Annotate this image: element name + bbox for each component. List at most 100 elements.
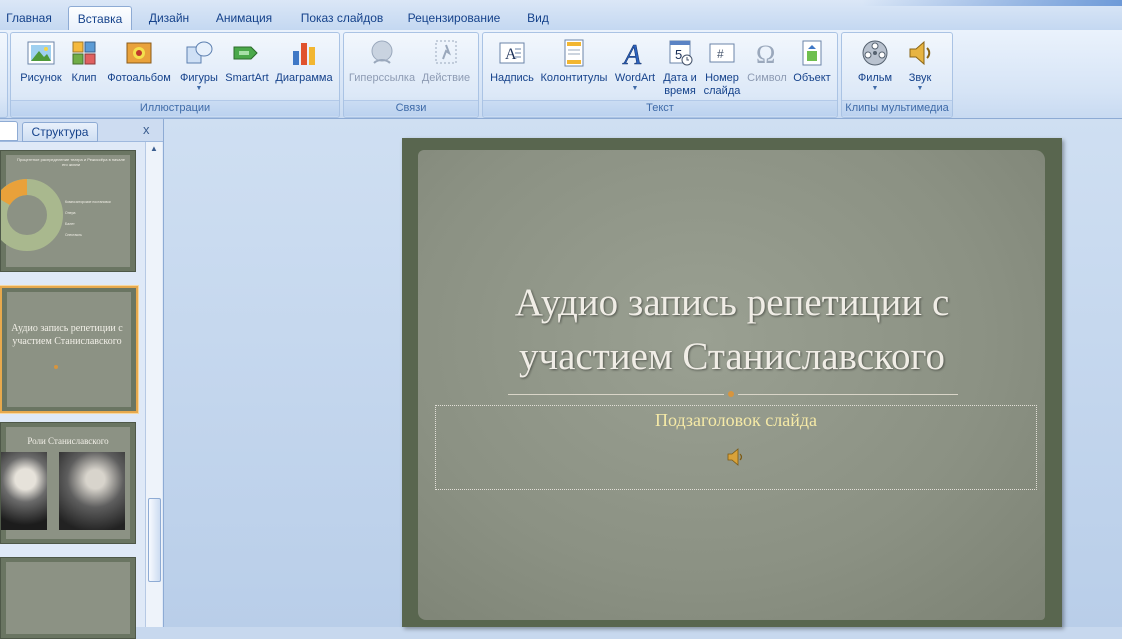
action-button[interactable]: Действие xyxy=(418,37,474,85)
text-group-label: Текст xyxy=(483,100,837,116)
slide-title-line-1: Аудио запись репетиции с xyxy=(514,281,950,324)
symbol-button[interactable]: Ω Символ xyxy=(745,37,789,85)
pane-tab-bar: Структура x xyxy=(0,119,163,142)
subtitle-placeholder[interactable]: Подзаголовок слайда xyxy=(435,405,1037,490)
action-label: Действие xyxy=(421,72,471,84)
picture-icon xyxy=(25,37,57,69)
object-button[interactable]: Объект xyxy=(789,37,835,85)
hyperlink-button[interactable]: Гиперссылка xyxy=(348,37,416,85)
tab-home[interactable]: Главная xyxy=(0,6,58,30)
clip-button[interactable]: Клип xyxy=(67,37,101,85)
smartart-button[interactable]: SmartArt xyxy=(223,37,271,85)
slide-thumbnail-2[interactable]: Аудио запись репетиции с участием Станис… xyxy=(0,286,138,413)
chart-button[interactable]: Диаграмма xyxy=(273,37,335,85)
picture-button[interactable]: Рисунок xyxy=(15,37,67,85)
ribbon-group-illustrations: Рисунок Клип Фотоальбом Фигуры ▼ SmartAr… xyxy=(10,32,340,118)
tab-review[interactable]: Рецензирование xyxy=(404,6,504,30)
sound-label: Звук xyxy=(908,72,932,84)
text-box-icon: A xyxy=(496,37,528,69)
subtitle-text: Подзаголовок слайда xyxy=(655,410,817,430)
thumbnail-3-title: Роли Станиславского xyxy=(27,436,109,446)
picture-label: Рисунок xyxy=(20,72,62,84)
svg-text:A: A xyxy=(622,40,642,69)
date-time-button[interactable]: 5 Дата и время xyxy=(659,37,701,98)
structure-tab[interactable]: Структура xyxy=(22,122,98,142)
chart-icon xyxy=(288,37,320,69)
thumbnail-donut-chart xyxy=(1,179,63,251)
sound-icon xyxy=(904,37,936,69)
title-divider-right xyxy=(738,394,958,395)
wordart-dropdown-icon[interactable]: ▼ xyxy=(611,85,659,92)
title-bar-strip xyxy=(862,0,1122,6)
ribbon: Рисунок Клип Фотоальбом Фигуры ▼ SmartAr… xyxy=(0,30,1122,119)
slide-title-line-2: участием Станиславского xyxy=(518,335,946,378)
slide-title[interactable]: Аудио запись репетиции с участием Станис… xyxy=(402,276,1062,384)
ribbon-group-links: Гиперссылка Действие Связи xyxy=(343,32,479,118)
thumbnail-legend: Композиторские постановки Опера Балет Сп… xyxy=(65,200,111,237)
action-icon xyxy=(430,37,462,69)
links-group-label: Связи xyxy=(344,100,478,116)
slides-tab[interactable] xyxy=(0,121,18,141)
wordart-icon: A xyxy=(619,37,651,72)
clip-icon xyxy=(68,37,100,69)
shapes-icon xyxy=(183,37,215,69)
tab-animation[interactable]: Анимация xyxy=(208,6,280,30)
current-slide[interactable]: Аудио запись репетиции с участием Станис… xyxy=(402,138,1062,627)
shapes-label: Фигуры xyxy=(180,72,218,84)
thumbnail-1-title: Процентное распределение театра и Режисс… xyxy=(16,157,126,167)
shapes-dropdown-icon[interactable]: ▼ xyxy=(175,85,223,92)
thumbnail-paper xyxy=(6,562,130,634)
slide-thumbnail-3[interactable]: Роли Станиславского xyxy=(0,422,136,544)
smartart-icon xyxy=(231,37,263,69)
slide-number-icon: # xyxy=(706,37,738,69)
movie-dropdown-icon[interactable]: ▼ xyxy=(850,85,900,92)
sound-button[interactable]: Звук ▼ xyxy=(900,37,940,92)
smartart-label: SmartArt xyxy=(225,72,269,84)
slide-paper-background xyxy=(418,150,1045,620)
movie-button[interactable]: Фильм ▼ xyxy=(850,37,900,92)
hyperlink-label: Гиперссылка xyxy=(348,72,416,84)
chart-label: Диаграмма xyxy=(275,72,333,84)
movie-label: Фильм xyxy=(857,72,893,84)
header-footer-icon xyxy=(558,37,590,69)
thumbnail-paper xyxy=(7,292,131,407)
scroll-up-icon[interactable]: ▲ xyxy=(146,142,162,156)
wordart-button[interactable]: A WordArt ▼ xyxy=(611,37,659,92)
thumbnail-2-title: Аудио запись репетиции с участием Станис… xyxy=(11,323,123,347)
ribbon-tab-bar: Главная Вставка Дизайн Анимация Показ сл… xyxy=(0,0,1122,31)
pane-scrollbar[interactable]: ▲ xyxy=(145,142,162,627)
film-reel-icon xyxy=(859,37,891,69)
header-footer-label: Колонтитулы xyxy=(540,72,608,84)
wordart-label: WordArt xyxy=(614,72,656,84)
tab-design[interactable]: Дизайн xyxy=(140,6,198,30)
hyperlink-icon xyxy=(366,37,398,69)
clip-label: Клип xyxy=(71,72,97,84)
text-box-label: Надпись xyxy=(490,72,534,84)
slides-pane: Структура x Процентное распределение теа… xyxy=(0,119,164,639)
photo-album-label: Фотоальбом xyxy=(107,72,171,84)
sound-dropdown-icon[interactable]: ▼ xyxy=(900,85,940,92)
text-box-button[interactable]: A Надпись xyxy=(487,37,537,85)
speaker-icon[interactable] xyxy=(726,448,746,466)
object-icon xyxy=(796,37,828,69)
thumbnail-photo-2 xyxy=(59,452,125,530)
slide-number-button[interactable]: # Номер слайда xyxy=(701,37,743,98)
calendar-icon: 5 xyxy=(664,37,696,69)
svg-text:Ω: Ω xyxy=(756,40,775,69)
tab-insert[interactable]: Вставка xyxy=(68,6,132,31)
pane-close-icon[interactable]: x xyxy=(143,122,150,137)
tab-view[interactable]: Вид xyxy=(518,6,558,30)
thumbnail-speaker-icon xyxy=(54,365,58,369)
slide-thumbnail-1[interactable]: Процентное распределение театра и Режисс… xyxy=(0,150,136,272)
header-footer-button[interactable]: Колонтитулы xyxy=(539,37,609,85)
media-group-label: Клипы мультимедиа xyxy=(842,100,952,116)
svg-text:5: 5 xyxy=(675,47,682,62)
svg-text:#: # xyxy=(717,47,724,61)
omega-icon: Ω xyxy=(751,37,783,69)
tab-slide-show[interactable]: Показ слайдов xyxy=(290,6,394,30)
shapes-button[interactable]: Фигуры ▼ xyxy=(175,37,223,92)
scroll-thumb[interactable] xyxy=(148,498,161,582)
ribbon-group-tables xyxy=(0,32,8,118)
photo-album-button[interactable]: Фотоальбом xyxy=(103,37,175,85)
object-label: Объект xyxy=(793,72,831,84)
